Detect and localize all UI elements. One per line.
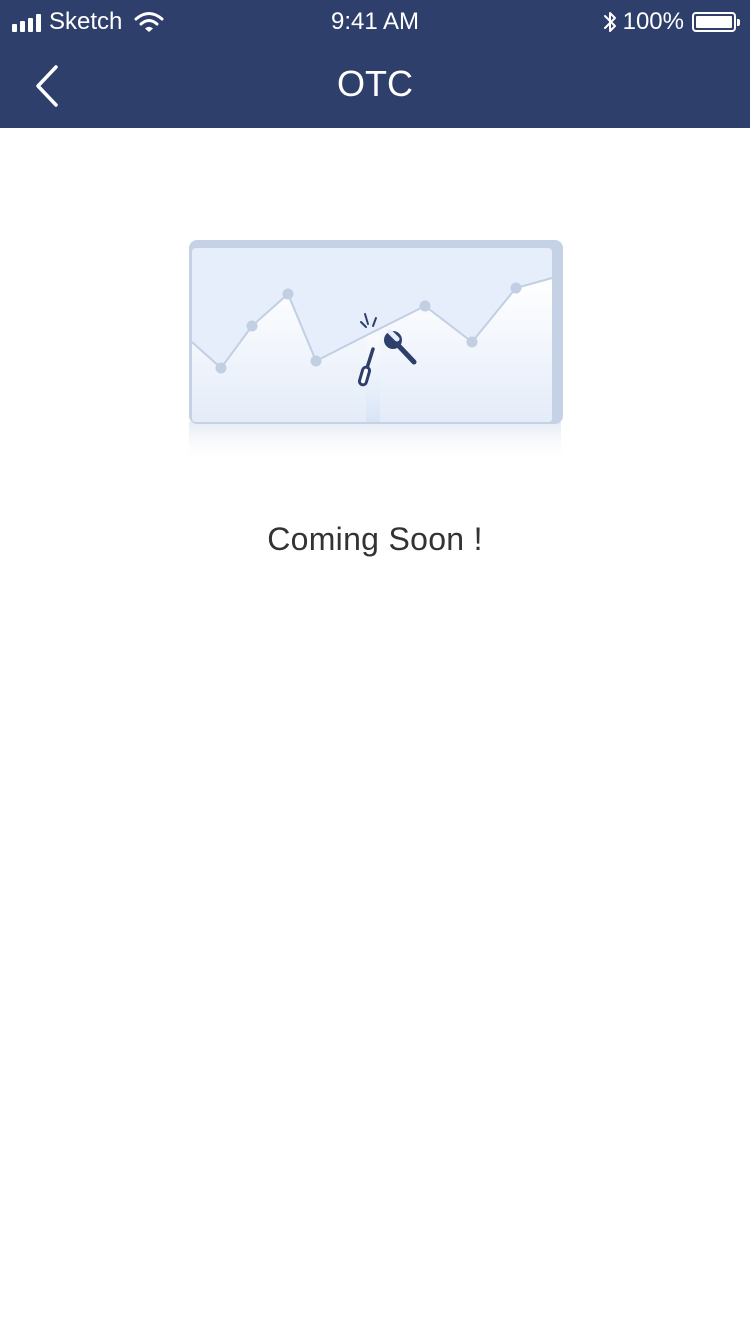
maintenance-chart-illustration — [189, 240, 563, 464]
battery-level-fill — [696, 16, 732, 28]
frame-reflection — [189, 422, 561, 464]
back-button[interactable] — [16, 56, 76, 116]
battery-icon — [692, 12, 740, 32]
battery-percentage: 100% — [622, 8, 684, 35]
page-title: OTC — [337, 63, 413, 104]
nav-bar: OTC — [0, 44, 750, 128]
coming-soon-message: Coming Soon ! — [267, 521, 483, 557]
status-right: 100% — [603, 8, 740, 36]
bluetooth-icon — [603, 12, 616, 32]
chevron-left-icon — [36, 65, 58, 107]
status-bar: Sketch 9:41 AM 100% — [0, 0, 750, 44]
